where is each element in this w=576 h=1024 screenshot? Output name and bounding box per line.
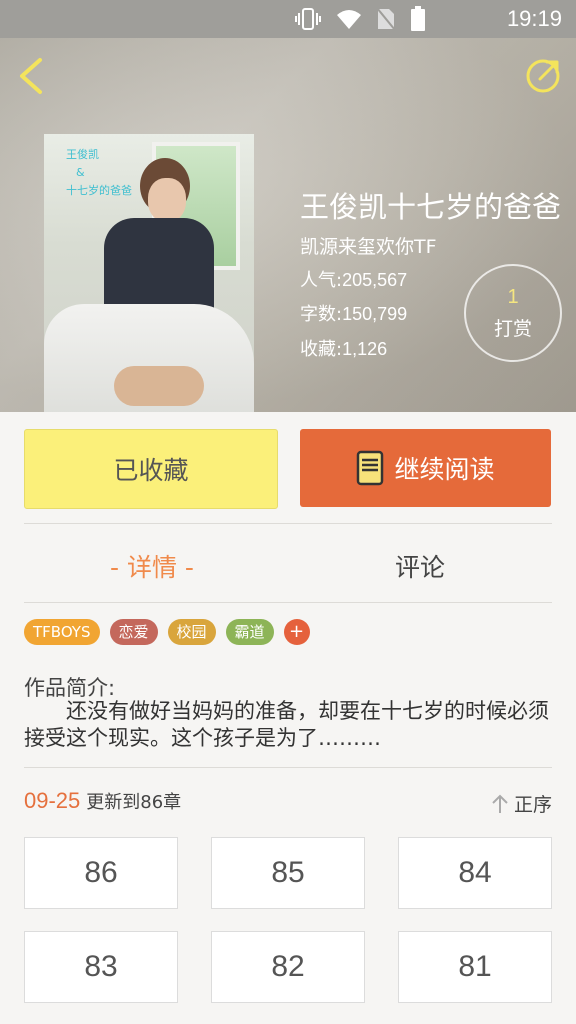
status-bar: 19:19 [0,0,576,38]
update-date: 09-25 [24,788,81,813]
back-icon[interactable] [14,56,50,96]
divider [24,523,552,524]
divider [24,602,552,603]
sort-button[interactable]: 正序 [490,790,552,817]
stat-popularity: 人气:205,567 [300,270,408,291]
cover-caption: 王俊凯 & 十七岁的爸爸 [66,148,132,197]
tip-button[interactable]: 1 打赏 [464,264,562,362]
vibrate-icon [295,8,321,30]
tab-detail[interactable]: - 详情 - [110,548,194,584]
book-cover: 王俊凯 & 十七岁的爸爸 [44,134,254,412]
tag-tfboys[interactable]: TFBOYS [24,619,100,645]
tab-comment[interactable]: 评论 [395,548,445,584]
share-icon[interactable] [522,54,564,96]
update-info: 09-25 更新到86章 [24,788,181,814]
tip-label: 打赏 [493,318,532,340]
arrow-up-icon [492,794,508,813]
add-tag-button[interactable]: + [283,619,310,645]
stat-favorites: 收藏:1,126 [300,339,388,360]
tip-count: 1 [507,286,519,308]
book-icon [357,450,384,486]
wifi-icon [337,10,361,29]
chapter-button[interactable]: 83 [24,931,178,1003]
update-text: 更新到86章 [86,792,182,813]
intro-text: 还没有做好当妈妈的准备，却要在十七岁的时候必须接受这个现实。这个孩子是为了……… [24,699,549,750]
favorited-button[interactable]: 已收藏 [24,429,278,509]
chapter-button[interactable]: 85 [211,837,365,909]
chapter-button[interactable]: 82 [211,931,365,1003]
stat-word-count: 字数:150,799 [300,304,408,325]
status-icons [294,6,426,32]
chapter-button[interactable]: 81 [398,931,552,1003]
divider [24,767,552,768]
chapter-button[interactable]: 86 [24,837,178,909]
tag-list: TFBOYS 恋爱 校园 霸道 + [24,619,310,645]
battery-icon [411,6,425,31]
no-sim-icon [376,7,396,31]
tag-domineering[interactable]: 霸道 [225,619,274,645]
tag-campus[interactable]: 校园 [167,619,216,645]
tag-romance[interactable]: 恋爱 [109,619,158,645]
continue-reading-button[interactable]: 继续阅读 [300,429,551,507]
status-time: 19:19 [506,6,562,31]
chapter-button[interactable]: 84 [398,837,552,909]
book-title: 王俊凯十七岁的爸爸 [300,190,562,224]
book-author: 凯源来玺欢你TF [300,236,437,258]
